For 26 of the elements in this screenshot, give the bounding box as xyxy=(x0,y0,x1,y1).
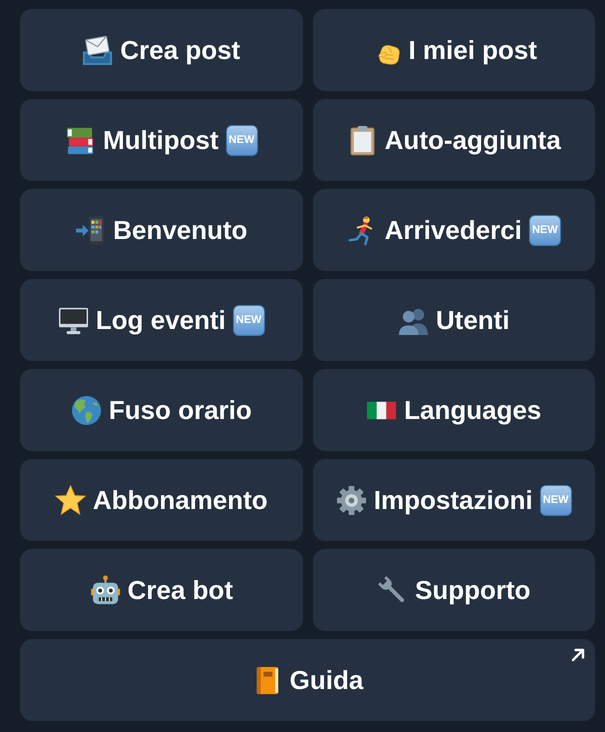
keyboard-button[interactable]: Multipost NEW xyxy=(20,99,302,181)
envelope-tray-icon xyxy=(82,34,114,66)
new-badge: NEW xyxy=(226,124,258,156)
keyboard-button[interactable]: Crea bot xyxy=(20,549,302,631)
keyboard-button[interactable]: Abbonamento xyxy=(20,459,302,541)
keyboard-button[interactable]: Benvenuto xyxy=(20,189,302,271)
keyboard-button[interactable]: Arrivederci NEW xyxy=(312,189,595,271)
keyboard-button[interactable]: Log eventi NEW xyxy=(20,279,302,361)
writing-hand-icon xyxy=(370,34,402,66)
phone-arrow-icon xyxy=(75,214,106,246)
new-badge: NEW xyxy=(232,304,265,336)
keyboard-button[interactable]: Utenti xyxy=(312,279,595,361)
gear-icon xyxy=(336,484,367,516)
new-badge: NEW xyxy=(528,214,561,246)
keyboard-button[interactable]: Languages xyxy=(312,369,595,451)
keyboard-button[interactable]: Guida xyxy=(20,639,595,721)
keyboard-button[interactable]: I miei post xyxy=(312,9,595,91)
robot-icon xyxy=(90,574,121,606)
star-icon xyxy=(54,484,86,516)
keyboard-button[interactable]: Supporto xyxy=(312,549,595,631)
keyboard-button[interactable]: Fuso orario xyxy=(20,369,302,451)
keyboard-button[interactable]: Auto-aggiunta xyxy=(312,99,595,181)
globe-icon xyxy=(70,394,102,426)
keyboard-button[interactable]: Crea post xyxy=(20,9,302,91)
new-badge: NEW xyxy=(540,484,572,516)
keyboard-button[interactable]: Impostazioni NEW xyxy=(312,459,595,541)
